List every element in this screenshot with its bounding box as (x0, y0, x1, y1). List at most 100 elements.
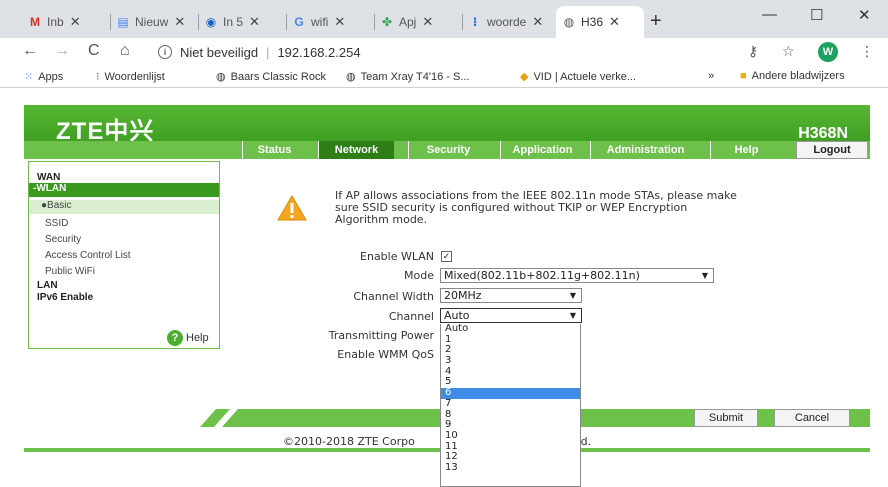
tab-help[interactable]: Help (710, 141, 782, 159)
back-icon[interactable]: ← (22, 42, 38, 60)
doc-icon: ▤ (117, 15, 129, 29)
bookmark-woordenlijst[interactable]: ⁝ Woordenlijst (96, 70, 165, 84)
channel-option[interactable]: 1 (441, 334, 580, 346)
avatar[interactable]: W (818, 42, 838, 62)
sidebar: WAN -WLAN ●Basic SSID Security Access Co… (28, 161, 220, 349)
close-icon[interactable]: ✕ (249, 14, 260, 30)
tab-title: H36 (581, 15, 604, 29)
help-link[interactable]: ? Help (167, 330, 209, 346)
tab-title: Nieuw (135, 15, 169, 29)
browser-tab-wifi[interactable]: G wifi ✕ (286, 6, 375, 38)
mode-select[interactable]: Mixed(802.11b+802.11g+802.11n) ▼ (440, 268, 714, 283)
tab-title: Inb (47, 15, 64, 29)
cancel-button[interactable]: Cancel (774, 409, 850, 427)
bookmark-baars[interactable]: ◍ Baars Classic Rock (216, 70, 326, 84)
browser-tab-bar: M Inb ✕ ▤ Nieuw ✕ ◉ In 5 ✕ G wifi ✕ ✤ Ap… (0, 0, 888, 38)
channel-option[interactable]: 13 (441, 462, 580, 474)
info-icon[interactable]: i (158, 45, 172, 59)
gmail-icon: M (30, 15, 40, 29)
bookmark-vid[interactable]: ◆ VID | Actuele verke... (520, 70, 636, 84)
channel-option[interactable]: Auto (441, 323, 580, 335)
bookmarks-overflow[interactable]: » (708, 70, 714, 82)
app-icon: ✤ (381, 15, 393, 29)
sidebar-item-wlan[interactable]: -WLAN (29, 183, 219, 197)
stripe-decoration (200, 409, 260, 427)
submit-button[interactable]: Submit (694, 409, 758, 427)
home-icon[interactable]: ⌂ (120, 42, 130, 60)
tab-administration[interactable]: Administration (590, 141, 700, 159)
dict-icon: ⁝ (96, 71, 100, 83)
minimize-icon[interactable]: — (762, 6, 777, 23)
channel-width-label: Channel Width (353, 290, 434, 303)
channel-option-highlighted[interactable]: 6 (441, 387, 580, 399)
forward-icon[interactable]: → (54, 42, 70, 60)
channel-option[interactable]: 2 (441, 345, 580, 356)
chevron-down-icon: ▼ (701, 271, 708, 280)
close-icon[interactable]: ✕ (174, 14, 185, 30)
channel-option[interactable]: 9 (441, 419, 580, 431)
close-icon[interactable]: ✕ (609, 14, 620, 30)
tab-title: Apj (399, 15, 417, 29)
window-close-icon[interactable]: ✕ (858, 6, 871, 24)
sidebar-item-basic[interactable]: ●Basic (29, 200, 219, 214)
sidebar-item-ipv6[interactable]: IPv6 Enable (37, 292, 93, 303)
bookmark-apps[interactable]: ⁙ Apps (24, 70, 63, 84)
close-icon[interactable]: ✕ (422, 14, 433, 30)
new-tab-button[interactable]: + (650, 10, 662, 33)
channel-label: Channel (388, 310, 434, 323)
tab-title: In 5 (223, 15, 244, 29)
chevron-down-icon: ▼ (569, 311, 576, 320)
star-icon[interactable]: ☆ (782, 43, 795, 60)
sidebar-item-acl[interactable]: Access Control List (45, 250, 131, 261)
logout-button[interactable]: Logout (796, 141, 868, 159)
browser-tab-h368n[interactable]: ◍ H36 ✕ (556, 6, 644, 38)
channel-option[interactable]: 11 (441, 441, 580, 453)
browser-tab-nieuw[interactable]: ▤ Nieuw ✕ (110, 6, 199, 38)
main-nav: Status Network Security Application Admi… (24, 141, 870, 159)
address-bar: ← → C ⌂ i Niet beveiligd | 192.168.2.254… (0, 38, 888, 66)
maximize-icon[interactable]: ☐ (810, 6, 823, 24)
channel-option[interactable]: 3 (441, 355, 580, 367)
close-icon[interactable]: ✕ (334, 14, 345, 30)
channel-width-select[interactable]: 20MHz ▼ (440, 288, 582, 303)
close-icon[interactable]: ✕ (532, 14, 543, 30)
dict-icon: ⁝ (472, 15, 478, 29)
url-text: 192.168.2.254 (277, 44, 361, 60)
sidebar-item-ssid[interactable]: SSID (45, 218, 68, 229)
help-label: Help (186, 332, 209, 344)
tab-security[interactable]: Security (408, 141, 488, 159)
channel-option[interactable]: 12 (441, 452, 580, 463)
channel-option[interactable]: 10 (441, 430, 580, 442)
tab-title: woorde (487, 15, 527, 29)
url-input[interactable]: i Niet beveiligd | 192.168.2.254 (158, 41, 730, 63)
tab-application[interactable]: Application (500, 141, 584, 159)
channel-select[interactable]: Auto ▼ (440, 308, 582, 323)
sidebar-item-wan[interactable]: WAN (37, 172, 60, 183)
key-icon[interactable]: ⚷ (748, 43, 758, 60)
channel-dropdown-list: Auto 1 2 3 4 5 6 7 8 9 10 11 12 13 (440, 323, 581, 487)
enable-wlan-label: Enable WLAN (360, 250, 434, 263)
sidebar-item-lan[interactable]: LAN (37, 280, 58, 291)
globe-icon: ◍ (216, 71, 226, 83)
chevron-down-icon: ▼ (569, 291, 576, 300)
enable-wlan-checkbox[interactable]: ✓ (441, 251, 452, 262)
tab-network[interactable]: Network (318, 141, 394, 159)
menu-icon[interactable]: ⋮ (860, 43, 874, 60)
close-icon[interactable]: ✕ (70, 14, 81, 30)
circle-icon: ◉ (205, 15, 217, 29)
tab-status[interactable]: Status (242, 141, 306, 159)
bookmark-team-xray[interactable]: ◍ Team Xray T4'16 - S... (346, 70, 470, 84)
channel-option[interactable]: 5 (441, 377, 580, 388)
sidebar-item-security[interactable]: Security (45, 234, 81, 245)
channel-option[interactable]: 4 (441, 366, 580, 378)
browser-tab-woorden[interactable]: ⁝ woorde ✕ (462, 6, 554, 38)
reload-icon[interactable]: C (88, 42, 100, 60)
browser-tab-gmail[interactable]: M Inb ✕ (22, 6, 111, 38)
browser-tab-app[interactable]: ✤ Apj ✕ (374, 6, 463, 38)
channel-option[interactable]: 8 (441, 409, 580, 421)
vid-icon: ◆ (520, 71, 529, 83)
channel-option[interactable]: 7 (441, 398, 580, 410)
sidebar-item-public-wifi[interactable]: Public WiFi (45, 266, 95, 277)
browser-tab-in5[interactable]: ◉ In 5 ✕ (198, 6, 287, 38)
bookmark-other[interactable]: ■ Andere bladwijzers (740, 70, 845, 82)
